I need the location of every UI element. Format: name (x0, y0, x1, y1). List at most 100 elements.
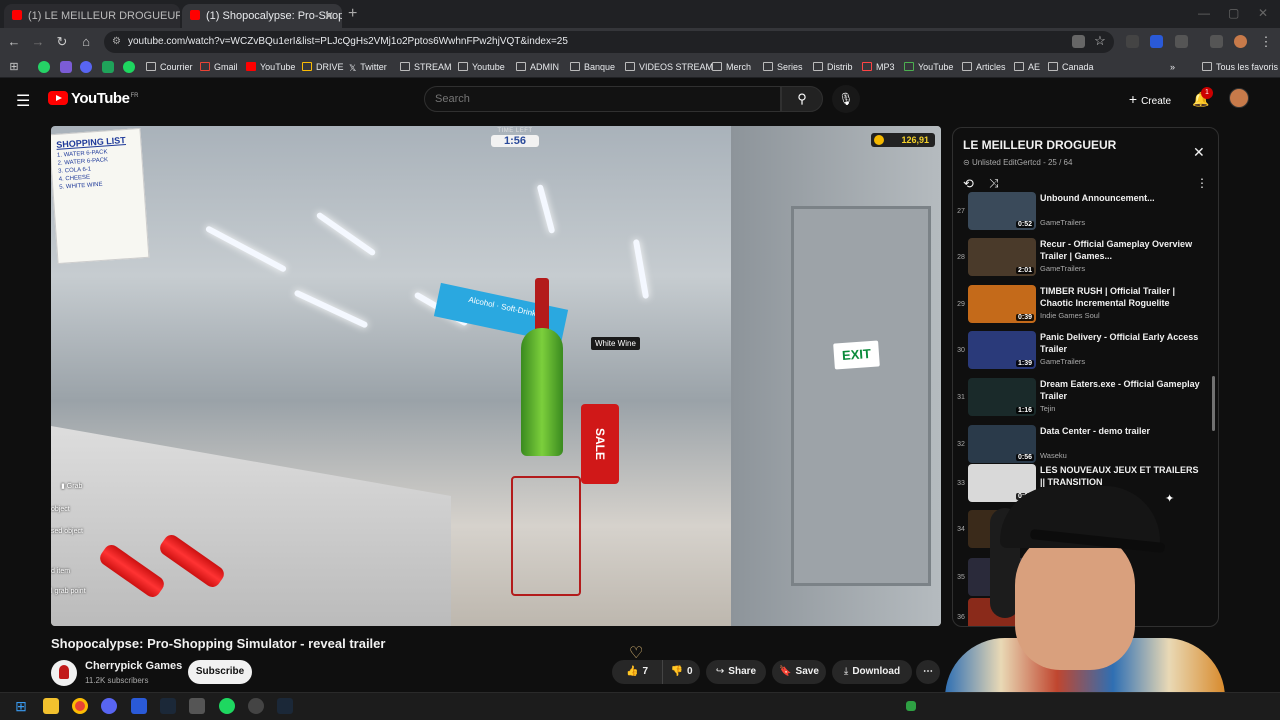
calculator-icon[interactable] (131, 698, 147, 714)
extension-icon[interactable] (1126, 35, 1139, 48)
more-actions-icon[interactable]: ⋯ (916, 660, 940, 684)
download-button[interactable]: ⤓ Download (832, 660, 912, 684)
extension-icon[interactable] (1150, 35, 1163, 48)
dislike-button[interactable]: 👎 0 (662, 660, 700, 684)
playlist-item-title[interactable]: Unbound Announcement... (1040, 192, 1200, 204)
url-bar[interactable]: ⚙ youtube.com/watch?v=WCZvBQu1erI&list=P… (104, 31, 1114, 53)
playlist-item[interactable]: 28 2:01 Recur - Official Gameplay Overview… (953, 238, 1208, 285)
obs-icon[interactable] (248, 698, 264, 714)
bookmark-drive[interactable]: DRIVE (302, 56, 344, 78)
profile-avatar-icon[interactable] (1234, 35, 1247, 48)
subscribe-button[interactable]: Subscribe (188, 660, 252, 684)
bookmark-youtube-2[interactable]: YouTube (904, 56, 953, 78)
close-tab-icon[interactable]: ✕ (324, 6, 334, 26)
steam-icon[interactable] (277, 698, 293, 714)
loop-icon[interactable]: ⟲ (963, 176, 974, 192)
bookmark-star-icon[interactable]: ☆ (1092, 33, 1108, 49)
chrome-menu-icon[interactable]: ⋮ (1258, 34, 1274, 50)
account-avatar[interactable] (1229, 88, 1249, 108)
playlist-item-channel[interactable]: Waseku (1040, 451, 1067, 460)
search-input[interactable] (424, 86, 781, 112)
playlist-item[interactable]: 27 0:52 Unbound Announcement... GameTrailer… (953, 192, 1208, 239)
bookmark-folder-admin[interactable]: ADMIN (516, 56, 559, 78)
playlist-item-channel[interactable]: Indie Games Soul (1040, 311, 1100, 320)
playlist-item-thumbnail[interactable]: 0:52 (968, 192, 1036, 230)
playlist-item-title[interactable]: Recur - Official Gameplay Overview Trail… (1040, 238, 1200, 262)
forward-icon[interactable]: → (30, 34, 46, 49)
channel-avatar[interactable] (51, 660, 77, 686)
bookmark-folder-articles[interactable]: Articles (962, 56, 1006, 78)
playlist-item-thumbnail[interactable]: 2:01 (968, 238, 1036, 276)
back-icon[interactable]: ← (6, 34, 22, 49)
media-control-icon[interactable] (1210, 35, 1223, 48)
playlist-scrollbar[interactable] (1212, 376, 1215, 431)
apps-grid-icon[interactable]: ⊞ (6, 56, 22, 78)
playlist-item-title[interactable]: Dream Eaters.exe - Official Gameplay Tra… (1040, 378, 1200, 402)
close-playlist-icon[interactable]: ✕ (1193, 144, 1205, 161)
home-icon[interactable]: ⌂ (78, 34, 94, 49)
discord-icon[interactable] (101, 698, 117, 714)
bookmark-folder-ae[interactable]: AE (1014, 56, 1040, 78)
bookmark-folder-videos-stream[interactable]: VIDEOS STREAM (625, 56, 713, 78)
spotify-icon[interactable] (123, 61, 135, 73)
app-icon[interactable] (60, 61, 72, 73)
playlist-item-thumbnail[interactable]: 1:16 (968, 378, 1036, 416)
playlist-item-title[interactable]: Panic Delivery - Official Early Access T… (1040, 331, 1200, 355)
shuffle-icon[interactable]: ⤨ (989, 176, 999, 191)
steam-icon[interactable] (160, 698, 176, 714)
whatsapp-icon[interactable] (38, 61, 50, 73)
playlist-item-channel[interactable]: Tejin (1040, 404, 1055, 413)
discord-icon[interactable] (80, 61, 92, 73)
playlist-item-channel[interactable]: GameTrailers (1040, 264, 1085, 273)
browser-tab-active[interactable]: (1) Shopocalypse: Pro-Shopping ✕ (182, 4, 342, 28)
bookmark-folder-series[interactable]: Series (763, 56, 803, 78)
create-button[interactable]: + Create (1120, 85, 1180, 113)
bookmark-mp3[interactable]: MP3 (862, 56, 895, 78)
playlist-item-thumbnail[interactable]: 1:39 (968, 331, 1036, 369)
spotify-icon[interactable] (219, 698, 235, 714)
all-favorites[interactable]: Tous les favoris (1202, 56, 1278, 78)
bookmark-folder-youtube[interactable]: Youtube (458, 56, 505, 78)
playlist-item[interactable]: 31 1:16 Dream Eaters.exe - Official Gamepl… (953, 378, 1208, 425)
install-app-icon[interactable] (1072, 35, 1085, 48)
voice-search-icon[interactable]: 🎙 (832, 85, 860, 113)
search-button[interactable]: ⚲ (781, 86, 823, 112)
playlist-item[interactable]: 29 0:39 TIMBER RUSH | Official Trailer | C… (953, 285, 1208, 332)
hamburger-menu-icon[interactable]: ☰ (16, 91, 30, 111)
chrome-icon[interactable] (72, 698, 88, 714)
more-bookmarks-icon[interactable]: » (1170, 56, 1175, 78)
channel-name[interactable]: Cherrypick Games (85, 660, 182, 672)
app-icon[interactable] (189, 698, 205, 714)
file-explorer-icon[interactable] (43, 698, 59, 714)
minimize-icon[interactable]: — (1198, 6, 1210, 20)
save-button[interactable]: 🔖 Save (772, 660, 826, 684)
playlist-more-icon[interactable]: ⋮ (1196, 176, 1208, 190)
youtube-logo[interactable]: YouTubeFR (48, 90, 138, 108)
video-player[interactable]: Alcohol · Soft-Drink EXIT SALE White Win… (51, 126, 941, 626)
app-icon[interactable] (102, 61, 114, 73)
share-button[interactable]: ↪ Share (706, 660, 766, 684)
playlist-item-thumbnail[interactable]: 0:56 (968, 425, 1036, 463)
bookmark-gmail[interactable]: Gmail (200, 56, 238, 78)
bookmark-folder-distrib[interactable]: Distrib (813, 56, 853, 78)
playlist-item-channel[interactable]: GameTrailers (1040, 357, 1085, 366)
windows-start-icon[interactable]: ⊞ (13, 698, 29, 714)
bookmark-twitter[interactable]: 𝕏 Twitter (349, 56, 387, 78)
playlist-item-channel[interactable]: GameTrailers (1040, 218, 1085, 227)
close-window-icon[interactable]: ✕ (1258, 6, 1268, 20)
extensions-puzzle-icon[interactable] (1175, 35, 1188, 48)
browser-tab[interactable]: (1) LE MEILLEUR DROGUEUR (4, 4, 180, 28)
bookmark-folder-merch[interactable]: Merch (712, 56, 751, 78)
playlist-item-thumbnail[interactable]: 0:39 (968, 285, 1036, 323)
playlist-item-title[interactable]: Data Center - demo trailer (1040, 425, 1200, 437)
playlist-title[interactable]: LE MEILLEUR DROGUEUR (963, 138, 1116, 152)
reload-icon[interactable]: ↻ (54, 34, 70, 50)
tray-icon[interactable] (906, 701, 916, 711)
site-info-icon[interactable]: ⚙ (112, 31, 121, 53)
bookmark-youtube[interactable]: YouTube (246, 56, 295, 78)
maximize-icon[interactable]: ▢ (1228, 6, 1239, 20)
bookmark-folder-banque[interactable]: Banque (570, 56, 615, 78)
playlist-item-title[interactable]: TIMBER RUSH | Official Trailer | Chaotic… (1040, 285, 1200, 309)
bookmark-courrier[interactable]: Courrier (146, 56, 193, 78)
playlist-item[interactable]: 30 1:39 Panic Delivery - Official Early Ac… (953, 331, 1208, 378)
